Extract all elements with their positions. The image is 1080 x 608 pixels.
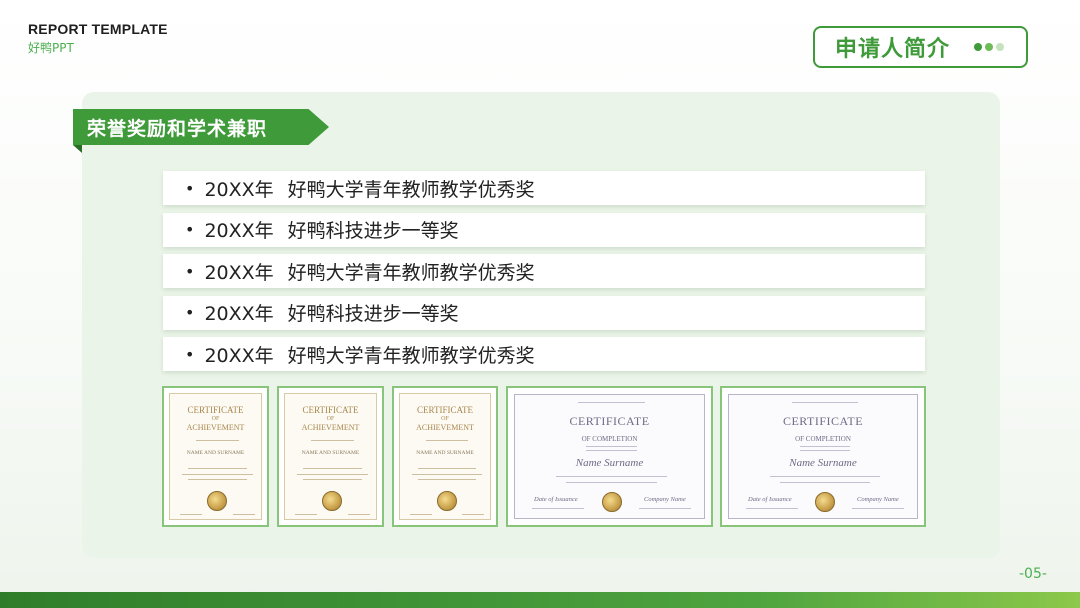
cert-subtitle: OF COMPLETION (795, 435, 851, 443)
award-name: 好鸭大学青年教师教学优秀奖 (287, 178, 535, 201)
award-name: 好鸭科技进步一等奖 (287, 303, 459, 325)
award-year: 20XX年 (204, 303, 274, 325)
seal-icon (815, 492, 835, 512)
award-name: 好鸭科技进步一等奖 (287, 220, 459, 242)
report-title: REPORT TEMPLATE (28, 21, 168, 37)
ribbon-fold (73, 145, 82, 153)
award-name: 好鸭大学青年教师教学优秀奖 (287, 261, 535, 284)
cert-title: CERTIFICATE (569, 414, 650, 428)
cert-recipient: Name Surname (789, 457, 857, 469)
brand-name: 好鸭PPT (28, 41, 74, 55)
certificate-image-achievement: CERTIFICATE OF ACHIEVEMENT NAME AND SURN… (162, 386, 269, 527)
bullet: • (185, 344, 195, 364)
award-list: • 20XX年 好鸭大学青年教师教学优秀奖 • 20XX年 好鸭科技进步一等奖 … (163, 171, 925, 379)
cert-subtitle: ACHIEVEMENT (416, 423, 474, 432)
certificate-image-achievement: CERTIFICATE OF ACHIEVEMENT NAME AND SURN… (392, 386, 498, 527)
award-item: • 20XX年 好鸭科技进步一等奖 (163, 295, 925, 330)
award-item: • 20XX年 好鸭大学青年教师教学优秀奖 (163, 254, 925, 288)
section-title: 荣誉奖励和学术兼职 (87, 117, 268, 140)
cert-of: OF (441, 416, 449, 422)
header-badge-label: 申请人简介 (835, 37, 951, 62)
cert-of: OF (326, 416, 335, 422)
award-year: 20XX年 (204, 220, 274, 242)
cert-subtitle: ACHIEVEMENT (186, 423, 245, 432)
cert-title: CERTIFICATE (417, 405, 473, 415)
award-year: 20XX年 (204, 261, 274, 284)
cert-name: NAME AND SURNAME (301, 450, 360, 456)
award-item: • 20XX年 好鸭大学青年教师教学优秀奖 (163, 171, 925, 205)
certificate-image-achievement: CERTIFICATE OF ACHIEVEMENT NAME AND SURN… (277, 386, 384, 527)
section-header-badge: 申请人简介 (813, 26, 1028, 68)
cert-of: OF (211, 416, 220, 422)
bullet: • (185, 178, 195, 198)
cert-date-label: Date of Issuance (534, 496, 578, 503)
certificate-image-completion: CERTIFICATE OF COMPLETION Name Surname D… (506, 386, 713, 527)
award-year: 20XX年 (204, 344, 274, 367)
footer-bar (0, 592, 1080, 608)
seal-icon (437, 491, 457, 511)
cert-company-label: Company Name (644, 496, 686, 503)
award-item: • 20XX年 好鸭大学青年教师教学优秀奖 (163, 337, 925, 371)
award-name: 好鸭大学青年教师教学优秀奖 (287, 344, 535, 367)
cert-company-label: Company Name (857, 496, 899, 503)
seal-icon (207, 491, 227, 511)
cert-name: NAME AND SURNAME (186, 450, 245, 456)
award-item: • 20XX年 好鸭科技进步一等奖 (163, 212, 925, 247)
bullet: • (185, 220, 195, 239)
page-number: -05- (1019, 566, 1047, 582)
cert-date-label: Date of Issuance (748, 496, 792, 503)
cert-title: CERTIFICATE (782, 414, 864, 428)
award-year: 20XX年 (204, 178, 274, 201)
cert-name: NAME AND SURNAME (416, 450, 474, 456)
cert-title: CERTIFICATE (302, 405, 359, 415)
bullet: • (185, 261, 195, 281)
bullet: • (185, 303, 195, 322)
cert-recipient: Name Surname (575, 457, 644, 469)
dots-icon (974, 43, 1004, 51)
cert-title: CERTIFICATE (187, 405, 244, 415)
seal-icon (602, 492, 622, 512)
section-title-tab: 荣誉奖励和学术兼职 (73, 109, 329, 145)
cert-subtitle: OF COMPLETION (581, 435, 638, 443)
certificate-image-completion: CERTIFICATE OF COMPLETION Name Surname D… (720, 386, 926, 527)
seal-icon (322, 491, 342, 511)
cert-subtitle: ACHIEVEMENT (301, 423, 360, 432)
